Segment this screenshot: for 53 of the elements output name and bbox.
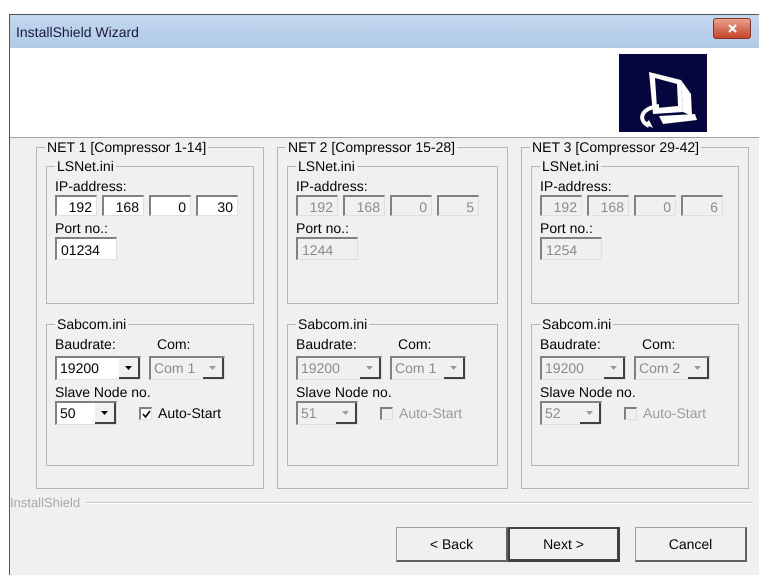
- slave-node-dropdown[interactable]: 50: [55, 401, 117, 425]
- field-label: IP-address:: [540, 177, 613, 195]
- field-label: IP-address:: [296, 177, 369, 195]
- group-title: Sabcom.ini: [296, 316, 370, 332]
- caret-icon: [610, 366, 617, 370]
- caret-icon: [101, 410, 108, 414]
- field-label: Com:: [642, 335, 676, 353]
- brand-label: InstallShield: [10, 495, 80, 510]
- caret-icon: [586, 410, 593, 414]
- caret-icon: [342, 410, 349, 414]
- group-title: Sabcom.ini: [55, 316, 128, 332]
- close-button[interactable]: [713, 18, 751, 39]
- checkbox-label: Auto-Start: [643, 405, 706, 421]
- group-title: NET 3 [Compressor 29-42]: [530, 139, 702, 155]
- cancel-button[interactable]: Cancel: [635, 527, 747, 562]
- field-label: Com:: [157, 335, 190, 353]
- caret-icon: [209, 366, 216, 370]
- back-button[interactable]: < Back: [396, 527, 508, 562]
- port-field[interactable]: 01234: [55, 237, 117, 260]
- checkbox[interactable]: [139, 406, 152, 420]
- computer-icon: [619, 54, 707, 132]
- field-label: Port no.:: [540, 219, 594, 237]
- caret-icon: [366, 366, 373, 370]
- group-title: LSNet.ini: [296, 158, 357, 174]
- ip-octet-field[interactable]: 30: [196, 195, 238, 216]
- checkbox-label: Auto-Start: [399, 405, 462, 421]
- group-title: LSNet.ini: [540, 158, 601, 174]
- field-label: Port no.:: [296, 219, 350, 237]
- ip-octet-field[interactable]: 0: [149, 195, 191, 216]
- field-label: Baudrate:: [55, 335, 117, 353]
- caret-icon: [450, 366, 457, 370]
- group-title: NET 1 [Compressor 1-14]: [45, 139, 208, 155]
- check-icon: [142, 410, 150, 418]
- field-label: Slave Node no.: [540, 383, 637, 401]
- group-title: NET 2 [Compressor 15-28]: [286, 139, 458, 155]
- baudrate-dropdown[interactable]: 19200: [55, 356, 141, 380]
- field-label: Slave Node no.: [55, 383, 152, 401]
- ip-octet-field[interactable]: 168: [102, 195, 144, 216]
- close-icon: [726, 23, 738, 34]
- group-title: Sabcom.ini: [540, 316, 614, 332]
- caret-icon: [125, 366, 132, 370]
- field-label: Com:: [398, 335, 432, 353]
- field-label: IP-address:: [55, 177, 128, 195]
- group-title: LSNet.ini: [55, 158, 116, 174]
- caret-icon: [694, 366, 701, 370]
- next-button[interactable]: Next >: [508, 527, 620, 562]
- field-label: Baudrate:: [540, 335, 602, 353]
- checkbox-label: Auto-Start: [158, 405, 222, 421]
- field-label: Port no.:: [55, 219, 109, 237]
- field-label: Slave Node no.: [296, 383, 393, 401]
- field-label: Baudrate:: [296, 335, 358, 353]
- window-title: InstallShield Wizard: [16, 24, 139, 40]
- ip-octet-field[interactable]: 192: [55, 195, 97, 216]
